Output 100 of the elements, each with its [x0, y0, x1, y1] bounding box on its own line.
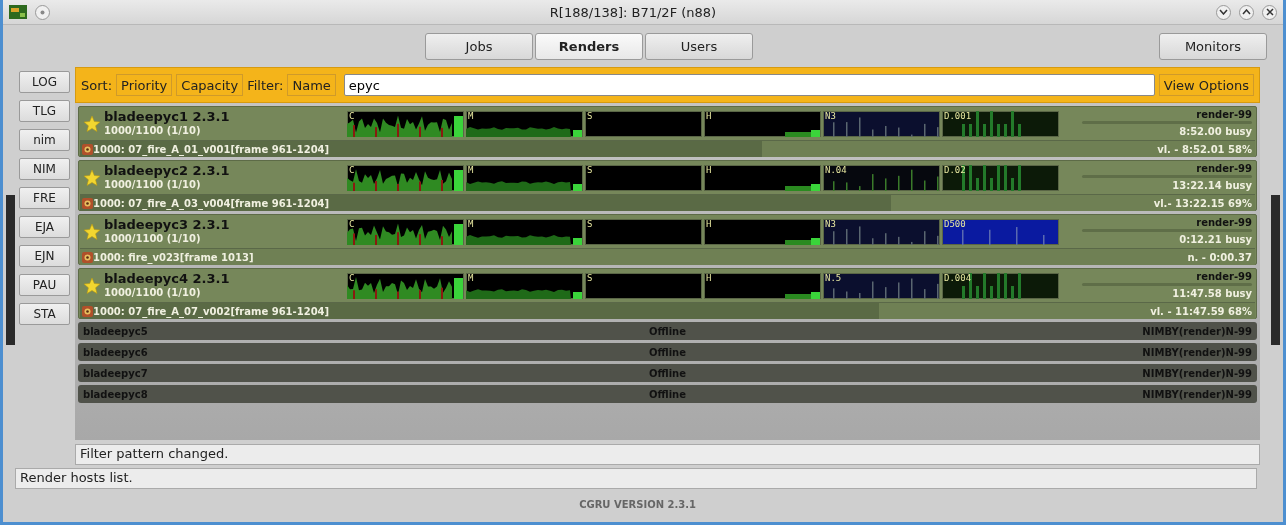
sidebar-button[interactable]: nim [19, 129, 70, 151]
host-state: Offline [649, 388, 686, 400]
app-icon [9, 5, 27, 19]
pool-label: render-99 [1196, 217, 1252, 228]
task-label: 1000: 07_fire_A_07_v002[frame 961-1204] [93, 305, 330, 317]
host-state: Offline [649, 346, 686, 358]
sidebar-button[interactable]: TLG [19, 100, 70, 122]
filter-mode-button[interactable]: Name [287, 74, 336, 96]
graph-label: N.5 [825, 272, 842, 284]
graph-label: M [468, 164, 474, 176]
minimize-button[interactable] [1216, 4, 1231, 20]
close-button[interactable] [1262, 4, 1277, 20]
host-status: NIMBY(render)N-99 [1141, 346, 1252, 358]
sort-label: Sort: [81, 77, 113, 93]
busy-time: 8:52.00 busy [1179, 126, 1252, 138]
graph-label: C [349, 218, 355, 230]
version-label: CGRU VERSION 2.3.1 [579, 499, 696, 510]
graph-label: D.001 [944, 110, 972, 122]
star-icon [83, 222, 101, 241]
graph-label: S [587, 272, 593, 284]
graph-label: H [706, 110, 712, 122]
close-icon [1265, 8, 1274, 16]
sidebar-button[interactable]: STA [19, 303, 70, 325]
graph-label: D.02 [944, 164, 966, 176]
message-field: Filter pattern changed. [75, 444, 1260, 465]
graph-label: M [468, 110, 474, 122]
graph-label: C [349, 164, 355, 176]
sidebar-button[interactable]: PAU [19, 274, 70, 296]
star-icon [83, 168, 101, 187]
window-title: R[188/138]: B71/2F (n88) [548, 4, 718, 20]
splitter-handle[interactable] [6, 195, 15, 345]
sidebar-button[interactable]: EJN [19, 245, 70, 267]
task-label: 1000: fire_v023[frame 1013] [93, 251, 254, 263]
graph-label: H [706, 164, 712, 176]
host-name: bladeepyc1 2.3.1 [104, 110, 230, 124]
splitter-handle[interactable] [1271, 195, 1280, 345]
host-status: NIMBY(render)N-99 [1141, 388, 1252, 400]
capacity-label: 1000/1100 (1/10) [104, 286, 202, 299]
host-status: NIMBY(render)N-99 [1141, 367, 1252, 379]
host-name: bladeepyc3 2.3.1 [104, 218, 230, 232]
task-icon [82, 251, 93, 263]
maximize-button[interactable] [1239, 4, 1254, 20]
task-icon [82, 143, 93, 155]
graph-label: M [468, 218, 474, 230]
busy-time: 0:12.21 busy [1179, 234, 1252, 246]
task-label: 1000: 07_fire_A_03_v004[frame 961-1204] [93, 197, 330, 209]
graph-label: N.04 [825, 164, 847, 176]
graph-label: N3 [825, 110, 836, 122]
pool-label: render-99 [1196, 271, 1252, 282]
task-status: vl. - 8:52.01 58% [1157, 143, 1252, 155]
graph-label: C [349, 110, 355, 122]
graph-label: D500 [944, 218, 966, 230]
sort-button[interactable]: Priority [116, 74, 173, 96]
tab[interactable]: Users [645, 32, 753, 60]
chevron-up-icon [1242, 9, 1251, 15]
chevron-down-icon [1219, 9, 1228, 15]
busy-time: 11:47.58 busy [1172, 288, 1252, 300]
view-options-button[interactable]: View Options [1158, 74, 1254, 96]
graph-label: S [587, 218, 593, 230]
star-icon [83, 276, 101, 295]
host-name: bladeepyc5 [83, 325, 149, 337]
host-name: bladeepyc8 [83, 388, 149, 400]
star-icon [83, 114, 101, 133]
filter-label: Filter: [247, 77, 284, 93]
pool-label: render-99 [1196, 163, 1252, 174]
graph-label: S [587, 110, 593, 122]
host-name: bladeepyc4 2.3.1 [104, 272, 230, 286]
task-icon [82, 305, 93, 317]
host-name: bladeepyc6 [83, 346, 149, 358]
filter-field[interactable]: epyc [343, 74, 1155, 96]
sidebar-button[interactable]: NIM [19, 158, 70, 180]
sidebar-button[interactable]: FRE [19, 187, 70, 209]
pool-label: render-99 [1196, 109, 1252, 120]
host-state: Offline [649, 325, 686, 337]
host-state: Offline [649, 367, 686, 379]
graph-label: S [587, 164, 593, 176]
task-status: vl.- 13:22.15 69% [1153, 197, 1252, 209]
graph-label: N3 [825, 218, 836, 230]
busy-time: 13:22.14 busy [1172, 180, 1252, 192]
host-name: bladeepyc7 [83, 367, 149, 379]
sidebar-button[interactable]: EJA [19, 216, 70, 238]
dot-icon [40, 9, 45, 15]
tab[interactable]: Renders [535, 32, 643, 60]
task-status: n. - 0:00.37 [1187, 251, 1252, 263]
task-icon [82, 197, 93, 209]
menu-button[interactable] [35, 4, 50, 20]
sort-button[interactable]: Capacity [176, 74, 244, 96]
task-status: vl. - 11:47.59 68% [1150, 305, 1252, 317]
graph-label: D.004 [944, 272, 972, 284]
capacity-label: 1000/1100 (1/10) [104, 232, 202, 245]
sidebar-button[interactable]: LOG [19, 71, 70, 93]
graph-label: C [349, 272, 355, 284]
monitors-button[interactable]: Monitors [1159, 32, 1267, 60]
host-status: NIMBY(render)N-99 [1141, 325, 1252, 337]
host-name: bladeepyc2 2.3.1 [104, 164, 230, 178]
task-label: 1000: 07_fire_A_01_v001[frame 961-1204] [93, 143, 330, 155]
graph-label: H [706, 218, 712, 230]
tab[interactable]: Jobs [425, 32, 533, 60]
graph-label: M [468, 272, 474, 284]
capacity-label: 1000/1100 (1/10) [104, 178, 202, 191]
